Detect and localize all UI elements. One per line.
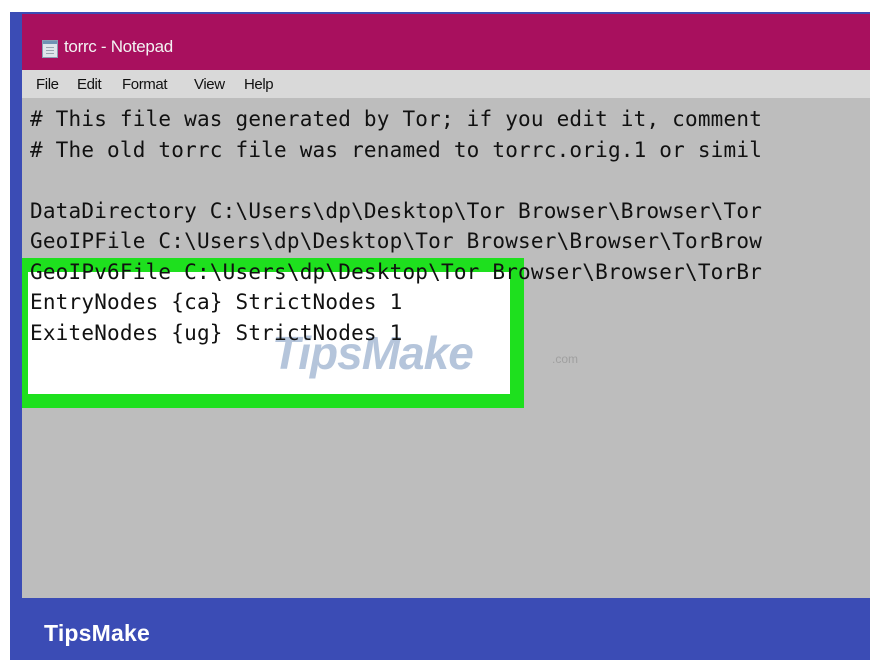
footer-bar: TipsMake (10, 602, 870, 660)
editor-line: DataDirectory C:\Users\dp\Desktop\Tor Br… (30, 198, 763, 223)
editor-line: GeoIPFile C:\Users\dp\Desktop\Tor Browse… (30, 229, 763, 253)
text-editor[interactable]: TipsMake .com # This file was generated … (22, 98, 870, 598)
brand-logo: TipsMake (44, 620, 150, 646)
menu-edit[interactable]: Edit (77, 76, 102, 93)
menu-bar: File Edit Format View Help (22, 70, 870, 98)
editor-line: # The old torrc file was renamed to torr… (30, 137, 763, 162)
menu-help[interactable]: Help (244, 76, 274, 93)
editor-line: ExiteNodes {ug} StrictNodes 1 (30, 320, 403, 345)
editor-line: # This file was generated by Tor; if you… (30, 107, 763, 131)
title-bar[interactable]: torrc - Notepad (22, 14, 870, 70)
editor-line: EntryNodes {ca} StrictNodes 1 (30, 290, 403, 314)
notepad-window: torrc - Notepad File Edit Format View He… (22, 14, 870, 598)
watermark-suffix: .com (552, 352, 579, 366)
menu-file[interactable]: File (36, 76, 59, 93)
menu-view[interactable]: View (194, 76, 225, 93)
editor-line: GeoIPv6File C:\Users\dp\Desktop\Tor Brow… (30, 259, 763, 284)
editor-text[interactable]: # This file was generated by Tor; if you… (30, 104, 870, 348)
notepad-icon (42, 40, 58, 58)
window-title: torrc - Notepad (64, 37, 173, 56)
menu-format[interactable]: Format (122, 76, 168, 93)
